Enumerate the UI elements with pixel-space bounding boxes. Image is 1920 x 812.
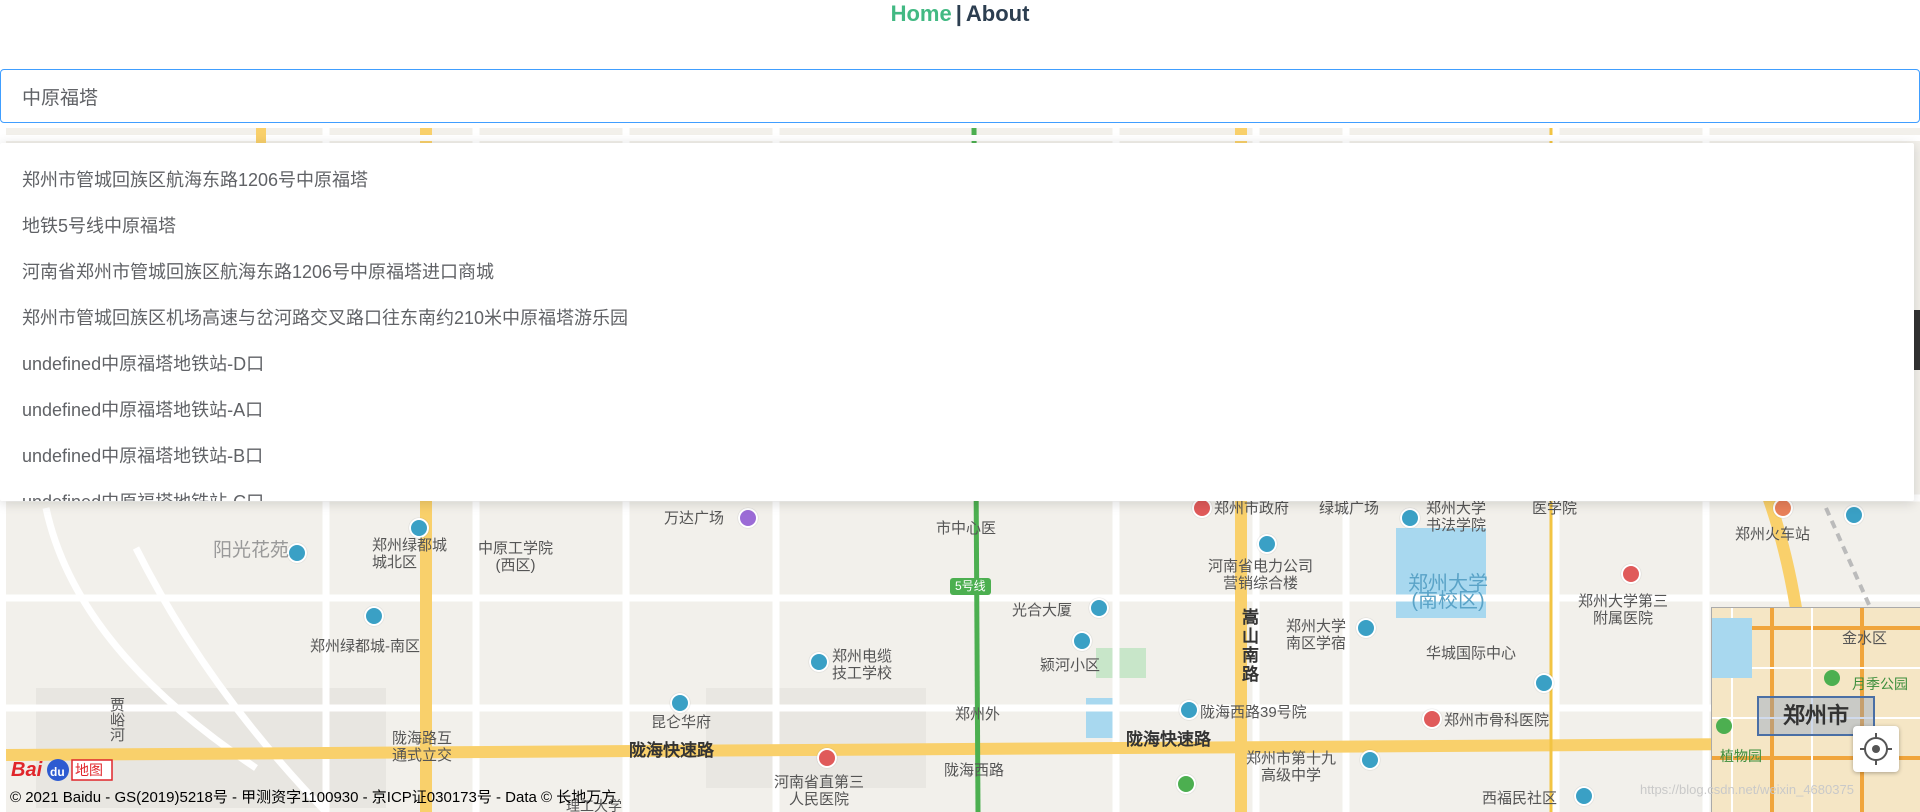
poi-icon[interactable] — [1257, 534, 1277, 554]
poi-icon[interactable] — [670, 693, 690, 713]
map-label: 市中心医 — [936, 520, 997, 537]
map-label: 郑州市骨科医院 — [1444, 712, 1550, 729]
suggestion-list: 郑州市管城回族区航海东路1206号中原福塔 地铁5号线中原福塔 河南省郑州市管城… — [0, 143, 1914, 501]
poi-icon[interactable] — [1534, 673, 1554, 693]
overview-label: 植物园 — [1720, 748, 1762, 764]
poi-icon[interactable] — [287, 543, 307, 563]
suggestion-item[interactable]: undefined中原福塔地铁站-B口 — [0, 433, 1914, 479]
svg-text:du: du — [50, 765, 65, 779]
poi-icon[interactable] — [1400, 508, 1420, 528]
poi-icon[interactable] — [1179, 700, 1199, 720]
suggestion-item[interactable]: 郑州市管城回族区航海东路1206号中原福塔 — [0, 157, 1914, 203]
poi-icon[interactable] — [1574, 786, 1594, 806]
map-label: 郑州电缆 技工学校 — [832, 648, 893, 682]
top-nav: Home | About — [0, 0, 1920, 30]
map-label: 郑州大学 南区学宿 — [1286, 618, 1347, 652]
map-label: 河南省直第三 人民医院 — [774, 774, 865, 808]
map-label: 郑州外 — [955, 706, 1001, 723]
map-label: 颍河小区 — [1040, 657, 1101, 674]
svg-text:Bai: Bai — [11, 759, 43, 781]
map-label: 西福民社区 — [1482, 790, 1558, 807]
poi-icon[interactable] — [364, 606, 384, 626]
baidu-logo-icon: Bai du 地图 — [11, 759, 113, 781]
locate-icon — [1860, 733, 1892, 765]
map-label: 医学院 — [1532, 500, 1578, 517]
poi-icon[interactable] — [1621, 564, 1641, 584]
metro-line-label: 5号线 — [950, 578, 991, 595]
map-label: 绿城广场 — [1319, 500, 1380, 517]
map-label: 昆仑华府 — [651, 714, 712, 731]
poi-icon[interactable] — [1360, 750, 1380, 770]
nav-separator: | — [955, 1, 962, 26]
poi-icon[interactable] — [1356, 618, 1376, 638]
map-label: 光合大厦 — [1012, 602, 1073, 619]
map-label: 万达广场 — [664, 510, 725, 527]
overview-label: 月季公园 — [1852, 676, 1908, 692]
locate-button[interactable] — [1853, 726, 1899, 772]
poi-icon[interactable] — [1422, 709, 1442, 729]
map-label: 阳光花苑 — [213, 540, 290, 561]
poi-icon[interactable] — [809, 652, 829, 672]
poi-icon[interactable] — [1192, 498, 1212, 518]
map-label: 郑州大学 (南校区) — [1408, 573, 1488, 612]
map-label: 陇海快速路 — [629, 741, 714, 760]
watermark-text: https://blog.csdn.net/weixin_4680375 — [1640, 782, 1854, 797]
suggestion-item[interactable]: 地铁5号线中原福塔 — [0, 203, 1914, 249]
poi-icon[interactable] — [738, 508, 758, 528]
map-label: 嵩 山 南 路 — [1242, 608, 1259, 684]
map-label: 陇海西路39号院 — [1200, 704, 1307, 721]
map-label: 陇海快速路 — [1126, 730, 1211, 749]
poi-icon[interactable] — [1844, 505, 1864, 525]
suggestion-item[interactable]: 河南省郑州市管城回族区航海东路1206号中原福塔进口商城 — [0, 249, 1914, 295]
map-label: 河南省电力公司 营销综合楼 — [1208, 558, 1314, 592]
map-label: 郑州绿都城 城北区 — [372, 537, 448, 571]
map-label: 郑州绿都城-南区 — [310, 638, 420, 655]
suggestion-item[interactable]: undefined中原福塔地铁站-C口 — [0, 479, 1914, 501]
nav-home-link[interactable]: Home — [891, 1, 952, 26]
suggestion-dropdown: 郑州市管城回族区航海东路1206号中原福塔 地铁5号线中原福塔 河南省郑州市管城… — [0, 143, 1914, 501]
poi-icon[interactable] — [409, 518, 429, 538]
suggestion-item[interactable]: undefined中原福塔地铁站-A口 — [0, 387, 1914, 433]
map-label: 中原工学院 (西区) — [478, 540, 554, 574]
map-label: 郑州市政府 — [1214, 500, 1290, 517]
map-label: 华城国际中心 — [1426, 645, 1517, 662]
map-label: 郑州火车站 — [1735, 526, 1811, 543]
svg-text:地图: 地图 — [75, 763, 103, 779]
map-label: 郑州市第十九 高级中学 — [1246, 750, 1337, 784]
map-label: 郑州大学第三 附属医院 — [1578, 593, 1669, 627]
poi-icon[interactable] — [1773, 498, 1793, 518]
map-label: 陇海路互 通式立交 — [392, 730, 453, 764]
map-label: 贾 峪 河 — [110, 697, 126, 744]
poi-icon[interactable] — [1089, 598, 1109, 618]
suggestion-item[interactable]: 郑州市管城回族区机场高速与岔河路交叉路口往东南约210米中原福塔游乐园 — [0, 295, 1914, 341]
nav-about-link[interactable]: About — [966, 1, 1030, 26]
poi-icon[interactable] — [1072, 631, 1092, 651]
poi-icon[interactable] — [1176, 774, 1196, 794]
map-label: 郑州大学 书法学院 — [1426, 500, 1487, 534]
search-input[interactable] — [0, 69, 1920, 123]
map-copyright: © 2021 Baidu - GS(2019)5218号 - 甲测资字11009… — [10, 789, 617, 806]
suggestion-item[interactable]: undefined中原福塔地铁站-D口 — [0, 341, 1914, 387]
baidu-map-logo: Bai du 地图 — [9, 754, 113, 782]
overview-label: 金水区 — [1842, 630, 1888, 647]
poi-icon[interactable] — [817, 748, 837, 768]
map-label: 陇海西路 — [944, 762, 1005, 779]
